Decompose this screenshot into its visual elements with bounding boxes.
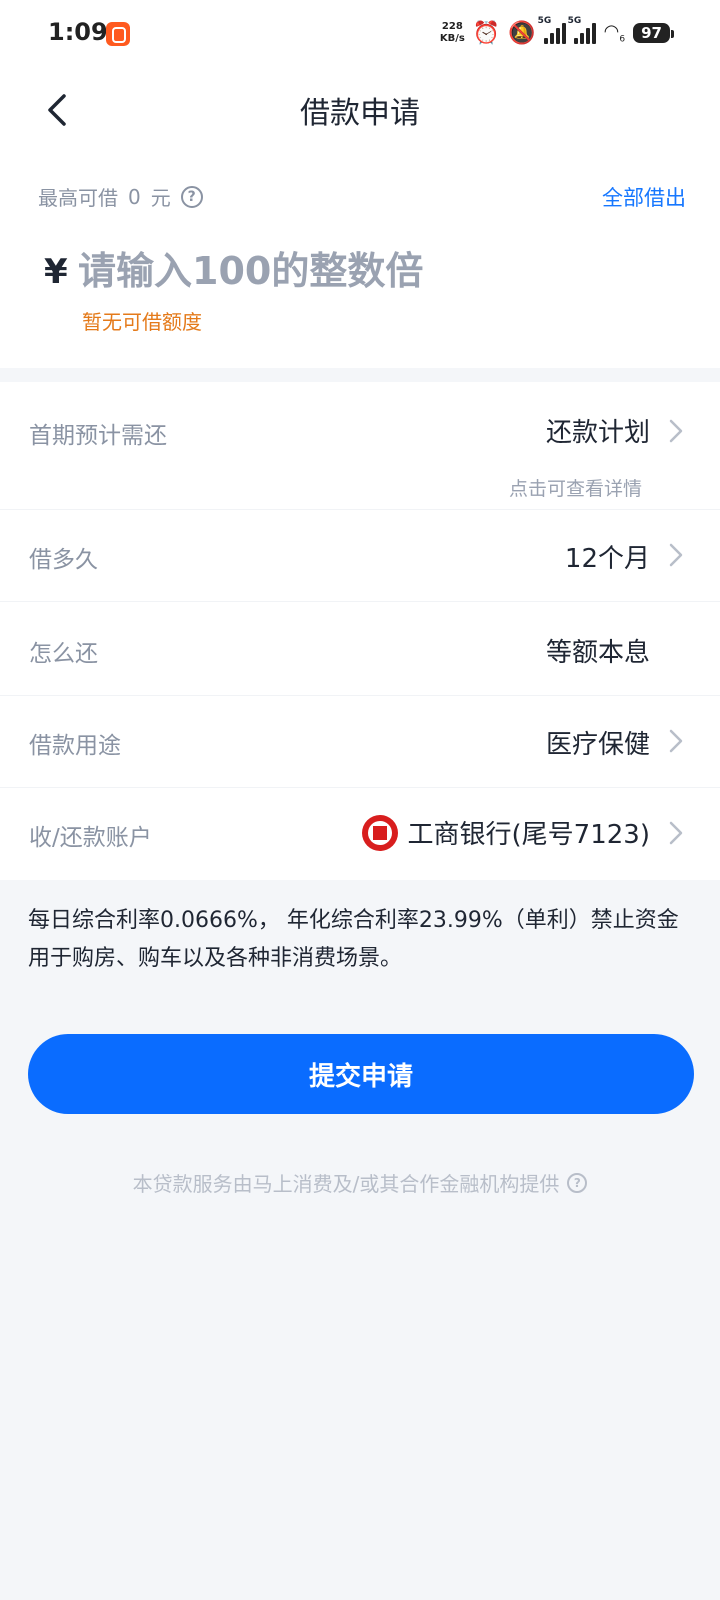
borrow-all-button[interactable]: 全部借出 [602,182,686,212]
chevron-right-icon [666,818,686,848]
nav-bar: 借款申请 [0,66,720,156]
amount-input[interactable] [78,242,638,300]
chevron-right-icon [666,416,686,446]
term-label: 借多久 [29,547,98,573]
purpose-label: 借款用途 [29,733,121,759]
repay-method-value: 等额本息 [545,638,650,668]
network-speed: 228 KB/s [439,21,465,44]
account-value: 工商银行(尾号7123) [361,814,650,851]
wifi-icon: ◠6 [603,21,626,45]
term-row[interactable]: 借多久 12个月 [0,510,720,602]
repay-method-row: 怎么还 等额本息 [0,602,720,696]
first-payment-row[interactable]: 首期预计需还 还款计划 点击可查看详情 [0,382,720,510]
status-icons: 228 KB/s ⏰ 🔕 5G 5G ◠6 97 [439,16,674,50]
status-bar: 1:09 228 KB/s ⏰ 🔕 5G 5G ◠6 97 [0,0,720,66]
amount-card: 最高可借 0 元 ? 全部借出 ¥ 暂无可借额度 [0,156,720,368]
battery-icon: 97 [633,23,674,43]
question-icon[interactable]: ? [567,1172,588,1193]
question-icon[interactable]: ? [180,185,203,208]
submit-button[interactable]: 提交申请 [28,1034,694,1114]
chevron-right-icon [666,540,686,570]
status-time: 1:09 [48,18,108,46]
signal-icon-2: 5G [568,16,596,44]
loan-options-list: 首期预计需还 还款计划 点击可查看详情 借多久 12个月 怎么还 等额本息 借款… [0,382,720,880]
chevron-right-icon [666,726,686,756]
repay-method-label: 怎么还 [29,641,98,667]
repayment-plan-hint: 点击可查看详情 [508,478,642,500]
service-provider-note: 本贷款服务由马上消费及/或其合作金融机构提供 ? [0,1168,720,1197]
term-value: 12个月 [564,544,650,574]
page-title: 借款申请 [300,96,420,131]
currency-symbol: ¥ [44,252,68,292]
icbc-bank-logo-icon [361,814,398,851]
account-row[interactable]: 收/还款账户 工商银行(尾号7123) [0,788,720,880]
first-payment-label: 首期预计需还 [29,423,167,449]
quota-hint: 暂无可借额度 [82,310,202,334]
alarm-icon: ⏰ [472,20,501,46]
repayment-plan-link[interactable]: 还款计划 [546,412,650,449]
max-borrow-info: 最高可借 0 元 ? [38,182,203,211]
app-notification-icon [106,22,130,46]
rate-notice: 每日综合利率0.0666%， 年化综合利率23.99%（单利）禁止资金用于购房、… [28,908,679,971]
purpose-value: 医疗保健 [545,730,650,760]
mute-icon: 🔕 [508,20,536,46]
account-label: 收/还款账户 [29,825,152,851]
purpose-row[interactable]: 借款用途 医疗保健 [0,696,720,788]
signal-icon: 5G [538,16,566,44]
